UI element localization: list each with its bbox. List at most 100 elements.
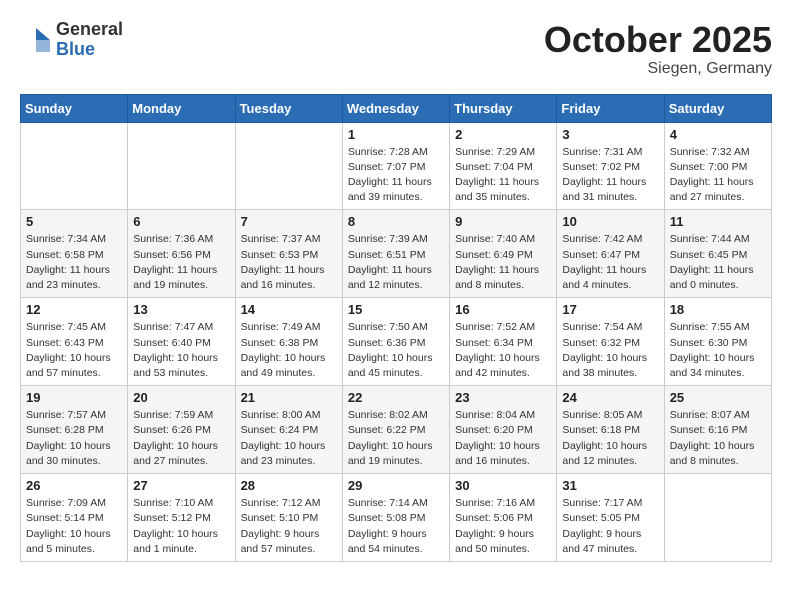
calendar-week-1: 1Sunrise: 7:28 AMSunset: 7:07 PMDaylight…	[21, 122, 772, 210]
day-info: Sunrise: 7:50 AMSunset: 6:36 PMDaylight:…	[348, 320, 444, 381]
day-header-saturday: Saturday	[664, 94, 771, 122]
day-number: 10	[562, 214, 658, 229]
calendar-cell: 24 Sunrise: 8:05 AMSunset: 6:18 PMDayligh…	[557, 386, 664, 474]
day-info: Sunrise: 7:44 AMSunset: 6:45 PMDaylight:…	[670, 232, 766, 293]
day-info: Sunrise: 7:14 AMSunset: 5:08 PMDaylight:…	[348, 496, 444, 557]
calendar-week-3: 12 Sunrise: 7:45 AMSunset: 6:43 PMDayligh…	[21, 298, 772, 386]
day-info: Sunrise: 8:02 AMSunset: 6:22 PMDaylight:…	[348, 408, 444, 469]
day-number: 30	[455, 478, 551, 493]
calendar-cell: 20Sunrise: 7:59 AMSunset: 6:26 PMDayligh…	[128, 386, 235, 474]
day-info: Sunrise: 7:28 AMSunset: 7:07 PMDaylight:…	[348, 145, 444, 206]
day-info: Sunrise: 7:37 AMSunset: 6:53 PMDaylight:…	[241, 232, 337, 293]
day-number: 3	[562, 127, 658, 142]
calendar-cell: 12 Sunrise: 7:45 AMSunset: 6:43 PMDayligh…	[21, 298, 128, 386]
calendar-cell: 9 Sunrise: 7:40 AMSunset: 6:49 PMDaylight…	[450, 210, 557, 298]
day-header-monday: Monday	[128, 94, 235, 122]
calendar-cell: 15 Sunrise: 7:50 AMSunset: 6:36 PMDayligh…	[342, 298, 449, 386]
day-number: 8	[348, 214, 444, 229]
calendar-table: SundayMondayTuesdayWednesdayThursdayFrid…	[20, 94, 772, 562]
day-number: 13	[133, 302, 229, 317]
day-number: 28	[241, 478, 337, 493]
header-row: SundayMondayTuesdayWednesdayThursdayFrid…	[21, 94, 772, 122]
day-number: 12	[26, 302, 122, 317]
day-number: 29	[348, 478, 444, 493]
calendar-cell: 22 Sunrise: 8:02 AMSunset: 6:22 PMDayligh…	[342, 386, 449, 474]
day-header-sunday: Sunday	[21, 94, 128, 122]
day-number: 7	[241, 214, 337, 229]
day-number: 9	[455, 214, 551, 229]
calendar-cell: 23 Sunrise: 8:04 AMSunset: 6:20 PMDayligh…	[450, 386, 557, 474]
day-info: Sunrise: 7:39 AMSunset: 6:51 PMDaylight:…	[348, 232, 444, 293]
logo-general-text: General	[56, 20, 123, 40]
calendar-cell: 3 Sunrise: 7:31 AMSunset: 7:02 PMDaylight…	[557, 122, 664, 210]
day-info: Sunrise: 7:59 AMSunset: 6:26 PMDaylight:…	[133, 408, 229, 469]
day-info: Sunrise: 7:34 AMSunset: 6:58 PMDaylight:…	[26, 232, 122, 293]
calendar-week-2: 5 Sunrise: 7:34 AMSunset: 6:58 PMDaylight…	[21, 210, 772, 298]
calendar-cell: 17Sunrise: 7:54 AMSunset: 6:32 PMDayligh…	[557, 298, 664, 386]
location-text: Siegen, Germany	[544, 60, 772, 78]
day-info: Sunrise: 8:00 AMSunset: 6:24 PMDaylight:…	[241, 408, 337, 469]
day-header-thursday: Thursday	[450, 94, 557, 122]
day-number: 14	[241, 302, 337, 317]
day-info: Sunrise: 7:47 AMSunset: 6:40 PMDaylight:…	[133, 320, 229, 381]
calendar-cell: 30 Sunrise: 7:16 AMSunset: 5:06 PMDayligh…	[450, 474, 557, 562]
day-number: 19	[26, 390, 122, 405]
calendar-cell: 8 Sunrise: 7:39 AMSunset: 6:51 PMDaylight…	[342, 210, 449, 298]
calendar-cell: 25 Sunrise: 8:07 AMSunset: 6:16 PMDayligh…	[664, 386, 771, 474]
day-number: 31	[562, 478, 658, 493]
day-info: Sunrise: 7:42 AMSunset: 6:47 PMDaylight:…	[562, 232, 658, 293]
day-header-friday: Friday	[557, 94, 664, 122]
day-number: 4	[670, 127, 766, 142]
day-info: Sunrise: 7:29 AMSunset: 7:04 PMDaylight:…	[455, 145, 551, 206]
calendar-cell: 31 Sunrise: 7:17 AMSunset: 5:05 PMDayligh…	[557, 474, 664, 562]
day-info: Sunrise: 7:40 AMSunset: 6:49 PMDaylight:…	[455, 232, 551, 293]
day-number: 27	[133, 478, 229, 493]
calendar-cell: 6 Sunrise: 7:36 AMSunset: 6:56 PMDaylight…	[128, 210, 235, 298]
day-number: 11	[670, 214, 766, 229]
day-header-wednesday: Wednesday	[342, 94, 449, 122]
day-number: 22	[348, 390, 444, 405]
day-number: 17	[562, 302, 658, 317]
calendar-cell: 27 Sunrise: 7:10 AMSunset: 5:12 PMDayligh…	[128, 474, 235, 562]
day-number: 16	[455, 302, 551, 317]
day-info: Sunrise: 8:05 AMSunset: 6:18 PMDaylight:…	[562, 408, 658, 469]
calendar-cell: 13 Sunrise: 7:47 AMSunset: 6:40 PMDayligh…	[128, 298, 235, 386]
calendar-cell: 4 Sunrise: 7:32 AMSunset: 7:00 PMDaylight…	[664, 122, 771, 210]
day-number: 21	[241, 390, 337, 405]
day-info: Sunrise: 7:55 AMSunset: 6:30 PMDaylight:…	[670, 320, 766, 381]
day-info: Sunrise: 7:57 AMSunset: 6:28 PMDaylight:…	[26, 408, 122, 469]
day-number: 5	[26, 214, 122, 229]
day-number: 15	[348, 302, 444, 317]
calendar-cell: 19 Sunrise: 7:57 AMSunset: 6:28 PMDayligh…	[21, 386, 128, 474]
day-info: Sunrise: 7:31 AMSunset: 7:02 PMDaylight:…	[562, 145, 658, 206]
day-info: Sunrise: 7:10 AMSunset: 5:12 PMDaylight:…	[133, 496, 229, 557]
day-number: 24	[562, 390, 658, 405]
calendar-week-5: 26Sunrise: 7:09 AMSunset: 5:14 PMDayligh…	[21, 474, 772, 562]
calendar-cell	[664, 474, 771, 562]
day-info: Sunrise: 7:32 AMSunset: 7:00 PMDaylight:…	[670, 145, 766, 206]
day-info: Sunrise: 7:45 AMSunset: 6:43 PMDaylight:…	[26, 320, 122, 381]
calendar-cell: 26Sunrise: 7:09 AMSunset: 5:14 PMDayligh…	[21, 474, 128, 562]
calendar-cell: 7 Sunrise: 7:37 AMSunset: 6:53 PMDaylight…	[235, 210, 342, 298]
day-info: Sunrise: 7:36 AMSunset: 6:56 PMDaylight:…	[133, 232, 229, 293]
logo: General Blue	[20, 20, 123, 60]
calendar-cell: 2 Sunrise: 7:29 AMSunset: 7:04 PMDaylight…	[450, 122, 557, 210]
calendar-cell: 18Sunrise: 7:55 AMSunset: 6:30 PMDayligh…	[664, 298, 771, 386]
calendar-cell: 11 Sunrise: 7:44 AMSunset: 6:45 PMDayligh…	[664, 210, 771, 298]
day-info: Sunrise: 7:16 AMSunset: 5:06 PMDaylight:…	[455, 496, 551, 557]
day-number: 6	[133, 214, 229, 229]
calendar-week-4: 19 Sunrise: 7:57 AMSunset: 6:28 PMDayligh…	[21, 386, 772, 474]
day-info: Sunrise: 7:52 AMSunset: 6:34 PMDaylight:…	[455, 320, 551, 381]
logo-text: General Blue	[56, 20, 123, 60]
calendar-cell: 10 Sunrise: 7:42 AMSunset: 6:47 PMDayligh…	[557, 210, 664, 298]
calendar-cell: 16 Sunrise: 7:52 AMSunset: 6:34 PMDayligh…	[450, 298, 557, 386]
day-info: Sunrise: 7:09 AMSunset: 5:14 PMDaylight:…	[26, 496, 122, 557]
day-header-tuesday: Tuesday	[235, 94, 342, 122]
day-info: Sunrise: 8:07 AMSunset: 6:16 PMDaylight:…	[670, 408, 766, 469]
day-info: Sunrise: 7:17 AMSunset: 5:05 PMDaylight:…	[562, 496, 658, 557]
day-number: 23	[455, 390, 551, 405]
page-header: General Blue October 2025 Siegen, German…	[20, 20, 772, 78]
day-number: 25	[670, 390, 766, 405]
day-info: Sunrise: 8:04 AMSunset: 6:20 PMDaylight:…	[455, 408, 551, 469]
day-number: 2	[455, 127, 551, 142]
